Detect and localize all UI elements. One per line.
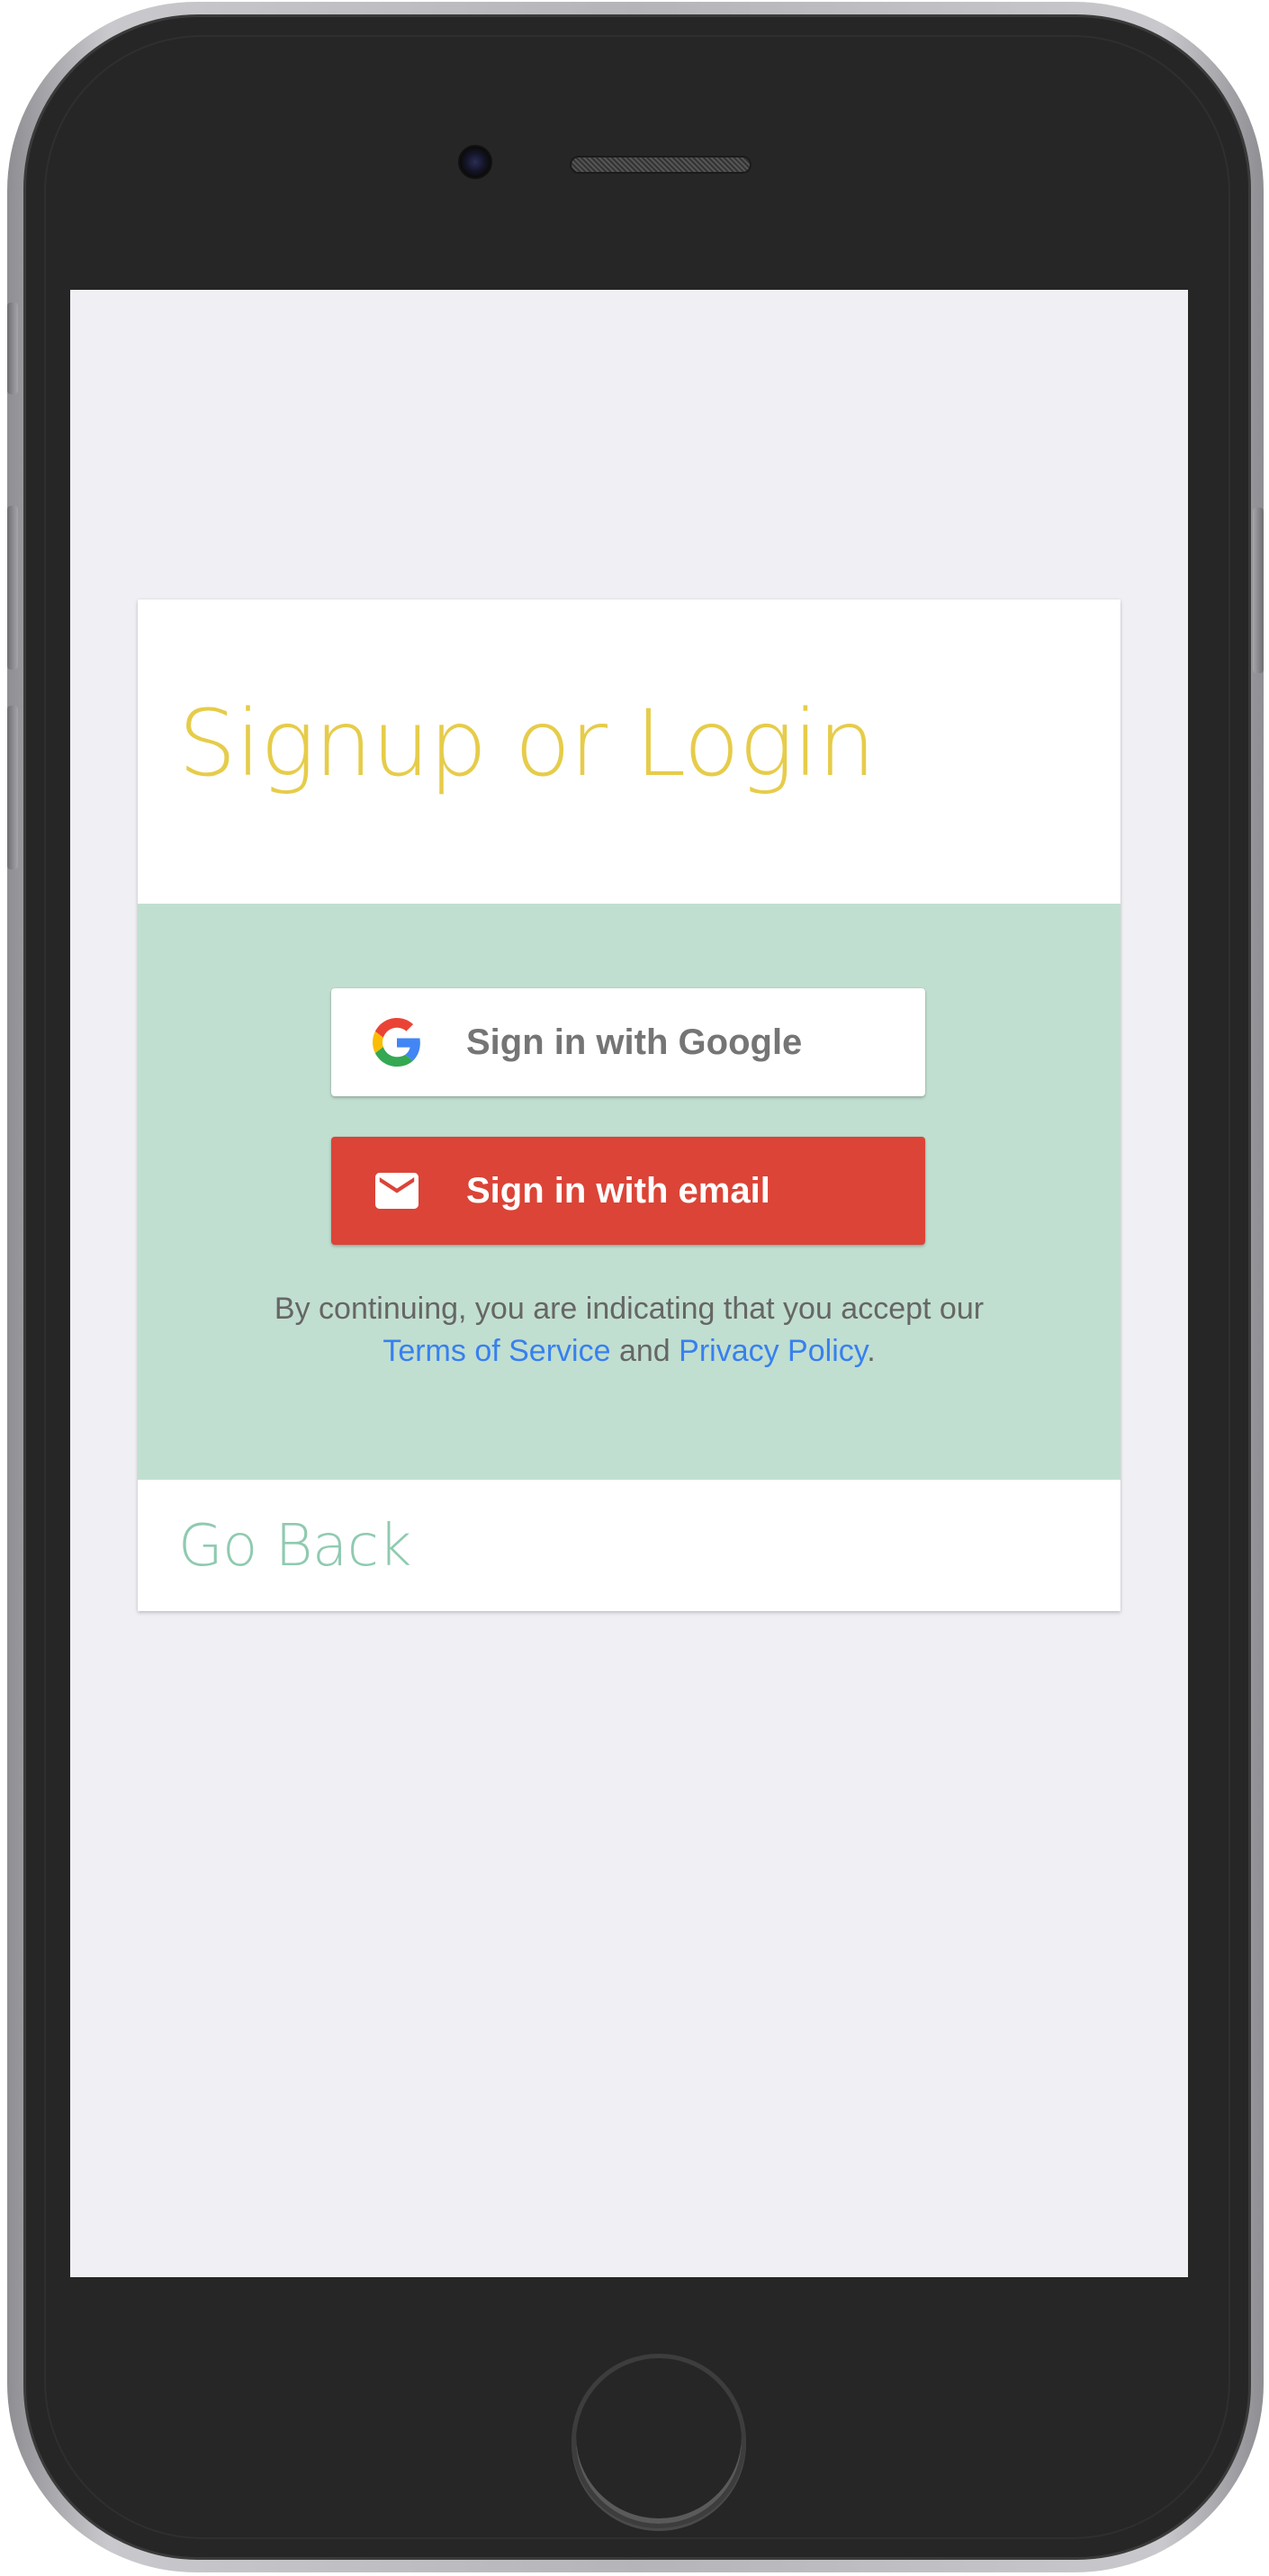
home-button <box>572 2354 746 2528</box>
device-screen: Signup or Login Sign in with Google Sign… <box>70 290 1188 2277</box>
terms-of-service-link[interactable]: Terms of Service <box>382 1334 610 1368</box>
front-camera <box>458 145 492 179</box>
terms-notice-text: By continuing, you are indicating that y… <box>274 1292 985 1326</box>
email-sign-in-button[interactable]: Sign in with email <box>331 1137 925 1245</box>
earpiece-speaker <box>570 156 752 174</box>
go-back-link[interactable]: Go Back <box>178 1518 411 1575</box>
google-sign-in-button[interactable]: Sign in with Google <box>331 988 925 1096</box>
terms-notice: By continuing, you are indicating that y… <box>138 1288 1120 1373</box>
card-footer: Go Back <box>138 1480 1120 1611</box>
volume-up-button <box>7 506 18 670</box>
privacy-policy-link[interactable]: Privacy Policy <box>679 1334 867 1368</box>
power-button <box>1253 508 1264 673</box>
terms-connector: and <box>618 1334 670 1368</box>
mute-switch <box>7 302 18 394</box>
google-sign-in-label: Sign in with Google <box>466 1022 803 1062</box>
auth-card: Signup or Login Sign in with Google Sign… <box>138 599 1120 1611</box>
google-g-icon <box>373 1018 421 1067</box>
volume-down-button <box>7 706 18 869</box>
sign-in-panel: Sign in with Google Sign in with email B… <box>138 904 1120 1480</box>
card-header: Signup or Login <box>138 599 1120 904</box>
terms-suffix: . <box>867 1334 876 1368</box>
page-title: Signup or Login <box>178 690 876 797</box>
envelope-icon <box>373 1166 421 1215</box>
email-sign-in-label: Sign in with email <box>466 1171 770 1211</box>
